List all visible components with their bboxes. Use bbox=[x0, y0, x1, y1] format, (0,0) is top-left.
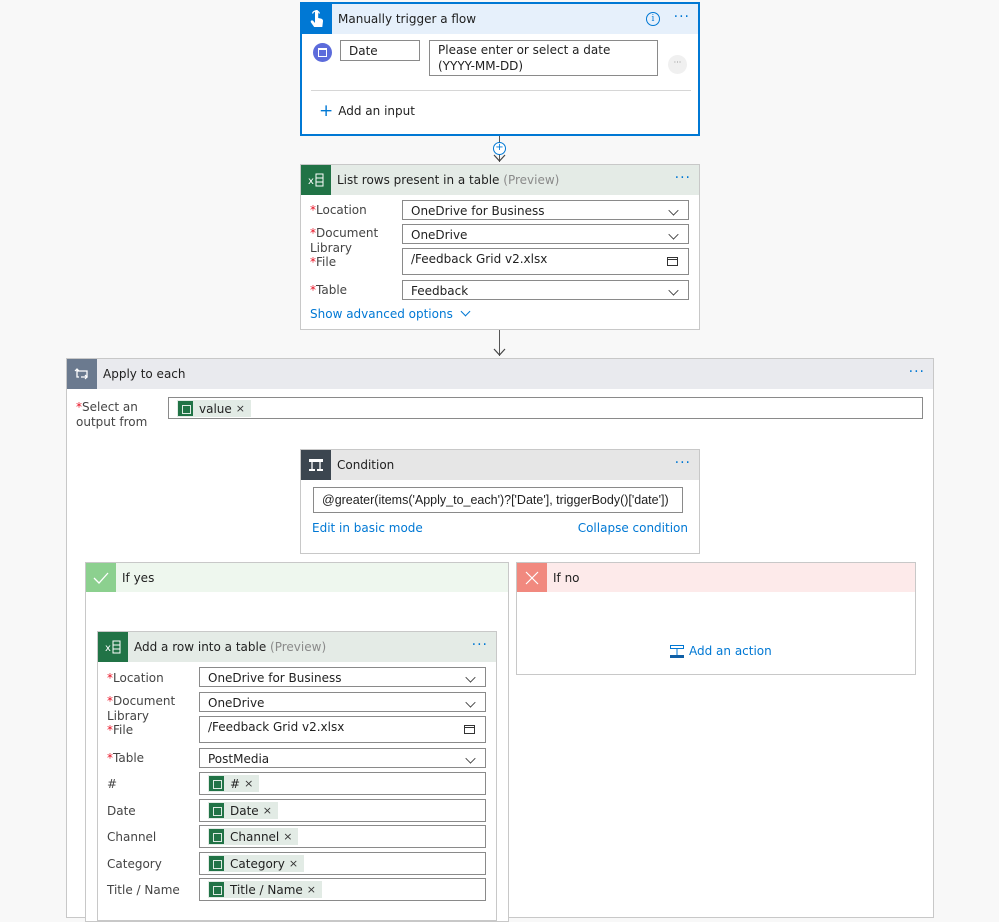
check-icon bbox=[86, 563, 116, 592]
excel-icon bbox=[209, 803, 224, 818]
file-label: *File bbox=[310, 255, 337, 269]
column-label: Category bbox=[107, 857, 162, 871]
folder-icon[interactable] bbox=[667, 257, 678, 266]
condition-expression-field[interactable]: @greater(items('Apply_to_each')?['Date']… bbox=[313, 487, 683, 513]
if-yes-title: If yes bbox=[122, 570, 155, 585]
input-options-button[interactable]: ··· bbox=[668, 55, 687, 74]
excel-icon: x bbox=[98, 632, 128, 662]
trigger-title: Manually trigger a flow bbox=[338, 12, 477, 26]
column-token[interactable]: Title / Name × bbox=[208, 881, 323, 898]
remove-token-icon[interactable]: × bbox=[283, 829, 292, 845]
condition-card[interactable]: Condition ··· @greater(items('Apply_to_e… bbox=[300, 449, 700, 554]
column-field[interactable]: Date × bbox=[199, 799, 486, 822]
excel-icon bbox=[209, 882, 224, 897]
chevron-down-icon bbox=[465, 672, 476, 683]
location-label: *Location bbox=[310, 203, 367, 217]
chevron-down-icon bbox=[668, 205, 679, 216]
info-icon[interactable]: i bbox=[646, 12, 660, 26]
excel-icon bbox=[178, 401, 193, 416]
remove-token-icon[interactable]: × bbox=[289, 856, 298, 872]
column-token[interactable]: Category × bbox=[208, 855, 305, 872]
if-no-branch: If no Add an action bbox=[516, 562, 916, 675]
collapse-condition-link[interactable]: Collapse condition bbox=[578, 521, 688, 535]
column-token[interactable]: Date × bbox=[208, 802, 278, 819]
close-icon bbox=[517, 563, 547, 592]
svg-text:x: x bbox=[308, 176, 314, 187]
add-action-icon bbox=[670, 644, 684, 658]
chevron-down-icon bbox=[668, 285, 679, 296]
excel-icon: x bbox=[301, 165, 331, 195]
document-library-label: *Document Library bbox=[107, 694, 176, 723]
document-library-dropdown[interactable]: OneDrive bbox=[199, 692, 486, 712]
trigger-card[interactable]: Manually trigger a flow i ··· Date Pleas… bbox=[300, 2, 700, 136]
calendar-icon bbox=[313, 43, 332, 62]
input-name-field[interactable]: Date bbox=[340, 40, 420, 61]
document-library-label: *Document Library bbox=[310, 226, 379, 255]
column-label: Channel bbox=[107, 830, 157, 844]
add-row-title: Add a row into a table (Preview) bbox=[134, 640, 327, 654]
file-label: *File bbox=[107, 723, 134, 737]
location-label: *Location bbox=[107, 671, 164, 685]
chevron-down-icon bbox=[465, 753, 476, 764]
add-row-more-icon[interactable]: ··· bbox=[472, 638, 488, 652]
file-picker[interactable]: /Feedback Grid v2.xlsx bbox=[402, 248, 689, 275]
show-advanced-options-link[interactable]: Show advanced options bbox=[310, 306, 471, 321]
arrow-down-icon bbox=[493, 154, 506, 162]
list-rows-card[interactable]: x List rows present in a table (Preview)… bbox=[300, 164, 700, 330]
chevron-down-icon bbox=[668, 229, 679, 240]
svg-text:x: x bbox=[105, 643, 111, 654]
loop-icon bbox=[67, 359, 97, 389]
chevron-down-icon bbox=[460, 306, 471, 317]
trigger-more-icon[interactable]: ··· bbox=[674, 10, 690, 24]
select-output-label: *Select an output from bbox=[76, 400, 148, 429]
divider bbox=[311, 90, 691, 91]
excel-icon bbox=[209, 776, 224, 791]
arrow-down-icon bbox=[493, 348, 506, 356]
column-label: Title / Name bbox=[107, 883, 180, 897]
column-field[interactable]: # × bbox=[199, 772, 486, 795]
value-token[interactable]: value × bbox=[177, 400, 251, 417]
condition-title: Condition bbox=[337, 458, 395, 472]
excel-icon bbox=[209, 856, 224, 871]
column-label: # bbox=[107, 777, 118, 791]
file-picker[interactable]: /Feedback Grid v2.xlsx bbox=[199, 716, 486, 743]
column-token[interactable]: Channel × bbox=[208, 828, 299, 845]
touch-icon bbox=[302, 4, 332, 34]
location-dropdown[interactable]: OneDrive for Business bbox=[199, 667, 486, 687]
if-no-title: If no bbox=[553, 570, 580, 585]
apply-to-each-title: Apply to each bbox=[103, 367, 186, 381]
remove-token-icon[interactable]: × bbox=[244, 776, 253, 792]
table-label: *Table bbox=[107, 751, 145, 765]
apply-to-each-more-icon[interactable]: ··· bbox=[909, 365, 925, 379]
remove-token-icon[interactable]: × bbox=[263, 803, 272, 819]
add-input-button[interactable]: + Add an input bbox=[319, 101, 415, 121]
add-row-card[interactable]: x Add a row into a table (Preview) ··· *… bbox=[97, 631, 497, 921]
list-rows-more-icon[interactable]: ··· bbox=[675, 171, 691, 185]
add-action-button[interactable]: Add an action bbox=[670, 644, 772, 658]
chevron-down-icon bbox=[465, 697, 476, 708]
document-library-dropdown[interactable]: OneDrive bbox=[402, 224, 689, 244]
edit-basic-mode-link[interactable]: Edit in basic mode bbox=[312, 521, 423, 535]
column-token[interactable]: # × bbox=[208, 775, 260, 792]
select-output-field[interactable]: value × bbox=[168, 397, 923, 419]
folder-icon[interactable] bbox=[464, 725, 475, 734]
column-label: Date bbox=[107, 804, 136, 818]
location-dropdown[interactable]: OneDrive for Business bbox=[402, 200, 689, 220]
condition-icon bbox=[301, 450, 331, 480]
list-rows-title: List rows present in a table (Preview) bbox=[337, 173, 560, 187]
excel-icon bbox=[209, 829, 224, 844]
input-description-field[interactable]: Please enter or select a date (YYYY-MM-D… bbox=[429, 40, 658, 76]
column-field[interactable]: Title / Name × bbox=[199, 878, 486, 901]
remove-token-icon[interactable]: × bbox=[307, 882, 316, 898]
table-dropdown[interactable]: Feedback bbox=[402, 280, 689, 300]
condition-more-icon[interactable]: ··· bbox=[675, 456, 691, 470]
column-field[interactable]: Channel × bbox=[199, 825, 486, 848]
table-label: *Table bbox=[310, 283, 348, 297]
plus-icon: + bbox=[319, 101, 334, 121]
table-dropdown[interactable]: PostMedia bbox=[199, 748, 486, 768]
remove-token-icon[interactable]: × bbox=[236, 401, 245, 417]
column-field[interactable]: Category × bbox=[199, 852, 486, 875]
